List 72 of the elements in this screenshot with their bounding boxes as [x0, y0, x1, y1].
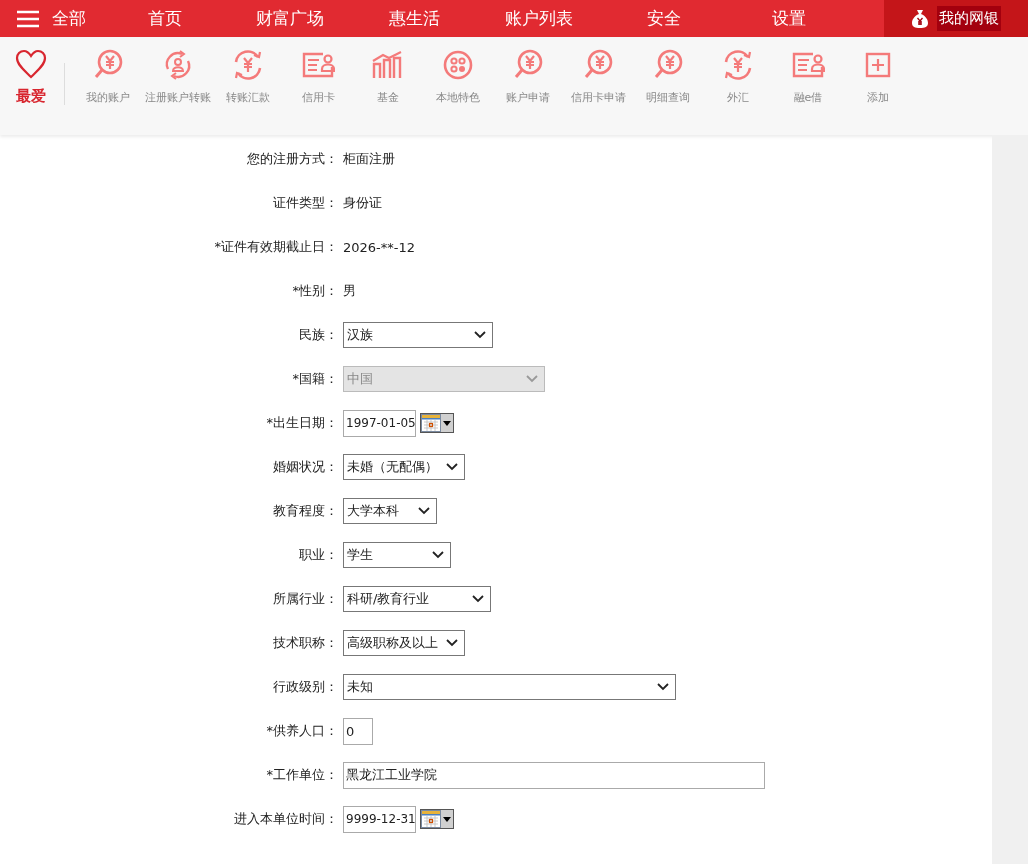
field-value: 柜面注册 [343, 150, 395, 168]
field-label: *供养人口： [265, 722, 338, 740]
toolbar-shortcut[interactable]: 添加 [843, 49, 913, 106]
field-label: *证件有效期截止日： [213, 238, 338, 256]
nav-tab[interactable]: 首页 [102, 7, 228, 30]
field-value: 2026-**-12 [343, 239, 415, 255]
toolbar-shortcut[interactable]: 信用卡申请 [563, 49, 633, 106]
chevron-down-icon [432, 551, 444, 559]
chevron-down-icon [526, 375, 538, 383]
field-label: 您的注册方式： [246, 150, 338, 168]
toolbar-shortcut[interactable]: 外汇 [703, 49, 773, 106]
field-label: 技术职称： [272, 634, 338, 652]
calendar-button[interactable] [420, 809, 454, 829]
nav-tab[interactable]: 惠生活 [352, 7, 478, 30]
chevron-down-icon [446, 639, 458, 647]
field-label: 行政级别： [272, 678, 338, 696]
dropdown[interactable]: 科研/教育行业 [343, 586, 491, 612]
field-label: 教育程度： [272, 502, 338, 520]
dropdown[interactable]: 汉族 [343, 322, 493, 348]
calendar-icon [421, 810, 441, 828]
calendar-button[interactable] [420, 413, 454, 433]
chevron-down-icon [472, 595, 484, 603]
yen-magnifier-icon [512, 49, 544, 81]
toolbar-shortcut[interactable]: 账户申请 [493, 49, 563, 106]
toolbar-shortcut[interactable]: 基金 [353, 49, 423, 106]
dropdown[interactable]: 未婚（无配偶） [343, 454, 465, 480]
toolbar-shortcut[interactable]: 我的账户 [73, 49, 143, 106]
nav-tab[interactable]: 安全 [601, 7, 727, 30]
field-label: 民族： [298, 326, 338, 344]
chevron-down-icon [446, 463, 458, 471]
toolbar-shortcut[interactable]: 信用卡 [283, 49, 353, 106]
field-label: 婚姻状况： [272, 458, 338, 476]
date-field[interactable]: 9999-12-31 [343, 805, 416, 833]
menu-icon [16, 9, 40, 28]
nav-tab[interactable]: 设置 [726, 7, 852, 30]
field-label: 证件类型： [272, 194, 338, 212]
nav-tab[interactable]: 财富广场 [227, 7, 353, 30]
dropdown[interactable]: 大学本科 [343, 498, 437, 524]
chevron-down-icon [657, 683, 669, 691]
toolbar-shortcut[interactable]: 转账汇款 [213, 49, 283, 106]
chevron-down-icon [418, 507, 430, 515]
field-label: *性别： [291, 282, 338, 300]
input-field[interactable]: 黑龙江工业学院 [343, 761, 765, 789]
my-bank-tab[interactable]: 我的网银 [884, 0, 1028, 37]
chevron-down-icon [474, 331, 486, 339]
date-field[interactable]: 1997-01-05 [343, 409, 416, 437]
field-label: *工作单位： [265, 766, 338, 784]
dropdown[interactable]: 高级职称及以上 [343, 630, 465, 656]
menu-button[interactable]: 全部 [0, 7, 103, 30]
heart-icon [15, 49, 47, 79]
field-label: *国籍： [291, 370, 338, 388]
yen-magnifier-icon [652, 49, 684, 81]
dots-circle-icon [442, 49, 474, 81]
toolbar-shortcut[interactable]: 明细查询 [633, 49, 703, 106]
toolbar-shortcut[interactable]: 本地特色 [423, 49, 493, 106]
field-label: 职业： [298, 546, 338, 564]
toolbar-shortcut[interactable]: 注册账户转账 [143, 49, 213, 106]
toolbar-shortcut[interactable]: 融e借 [773, 49, 843, 106]
field-label: 所属行业： [272, 590, 338, 608]
input-field[interactable]: 0 [343, 717, 373, 745]
field-label: 进入本单位时间： [233, 810, 338, 828]
dropdown[interactable]: 未知 [343, 674, 676, 700]
field-value: 男 [343, 282, 356, 300]
yen-magnifier-icon [582, 49, 614, 81]
calendar-icon [421, 414, 441, 432]
field-label: *出生日期： [265, 414, 338, 432]
favorites-button[interactable]: 最爱 [0, 49, 62, 106]
nav-tab[interactable]: 账户列表 [477, 7, 602, 30]
money-bag-icon [911, 8, 930, 29]
yen-magnifier-icon [92, 49, 124, 81]
dropdown[interactable]: 学生 [343, 542, 451, 568]
field-value: 身份证 [343, 194, 382, 212]
